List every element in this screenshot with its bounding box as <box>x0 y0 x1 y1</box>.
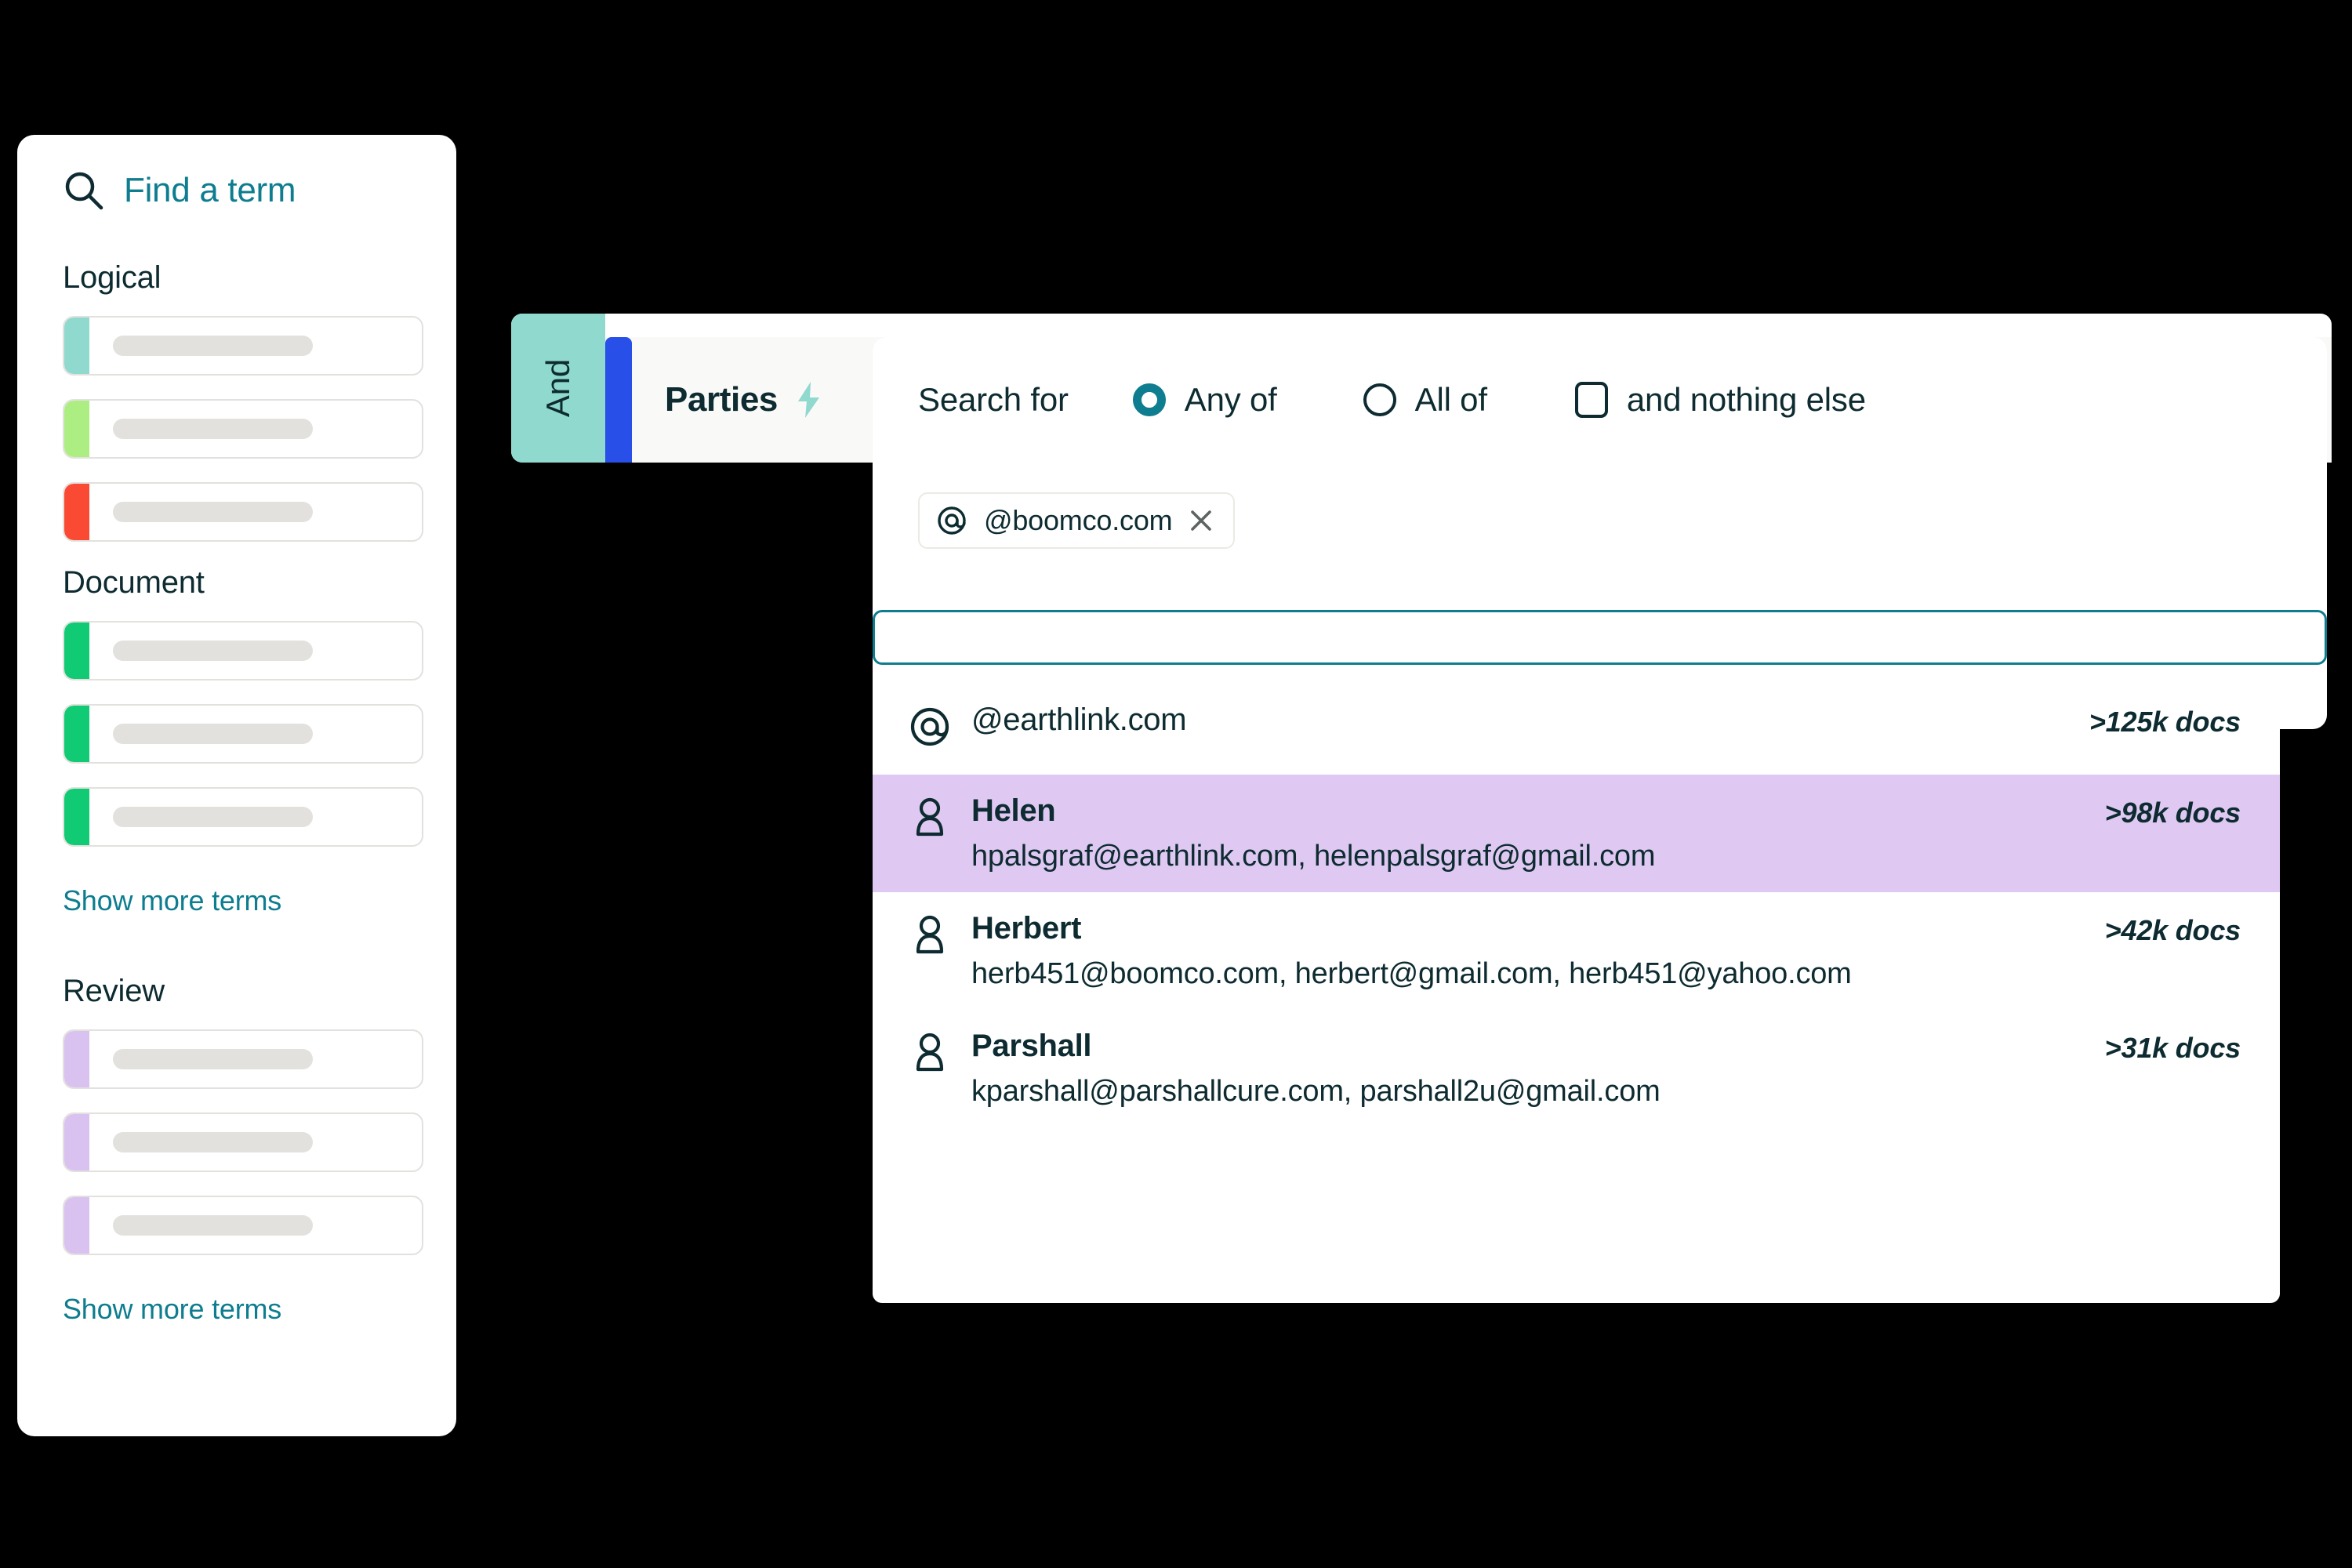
radio-any-of[interactable] <box>1132 383 1166 416</box>
term-item[interactable] <box>63 1196 423 1255</box>
suggestion-doc-count: >31k docs <box>2104 1032 2241 1064</box>
find-a-term-label: Find a term <box>124 171 296 209</box>
group-title: Document <box>63 565 205 600</box>
search-options-panel: Search for Any of All of and nothing els… <box>873 337 2327 729</box>
suggestion-title: Herbert <box>971 911 1082 946</box>
term-placeholder-bar <box>113 1049 313 1069</box>
term-placeholder-bar <box>113 807 313 827</box>
suggestion-emails: hpalsgraf@earthlink.com, helenpalsgraf@g… <box>971 840 1656 873</box>
person-icon <box>916 1033 944 1072</box>
option-label: Any of <box>1184 381 1277 418</box>
term-placeholder-bar <box>113 336 313 356</box>
search-for-row: Search for Any of All of and nothing els… <box>873 337 2327 463</box>
term-color-swatch <box>64 622 89 679</box>
at-icon <box>910 707 949 746</box>
term-placeholder-bar <box>113 641 313 661</box>
term-item[interactable] <box>63 704 423 764</box>
suggestion-title: @earthlink.com <box>971 702 1187 737</box>
suggestion-body: Herbert herb451@boomco.com, herbert@gmai… <box>971 911 2105 991</box>
person-icon <box>916 915 944 954</box>
term-group-document: Document Show more terms <box>63 565 423 967</box>
find-a-term-panel: Find a term Logical Document Show more t… <box>17 135 456 1436</box>
person-icon <box>916 797 944 837</box>
search-icon <box>65 172 103 210</box>
term-color-swatch <box>64 484 89 540</box>
suggestion-emails: herb451@boomco.com, herbert@gmail.com, h… <box>971 957 1852 990</box>
suggestion-row[interactable]: Helen hpalsgraf@earthlink.com, helenpals… <box>873 775 2280 892</box>
term-item[interactable] <box>63 1112 423 1172</box>
at-icon <box>938 506 966 535</box>
operator-label: And <box>539 358 576 418</box>
chip-label: @boomco.com <box>984 504 1173 536</box>
term-placeholder-bar <box>113 502 313 522</box>
screenshot-stage: Find a term Logical Document Show more t… <box>0 0 2352 1568</box>
term-color-swatch <box>64 1031 89 1087</box>
suggestion-title: Parshall <box>971 1029 1092 1063</box>
show-more-terms-review[interactable]: Show more terms <box>63 1293 281 1326</box>
option-all-of[interactable]: All of <box>1363 381 1487 419</box>
suggestion-doc-count: >125k docs <box>2089 706 2241 738</box>
term-placeholder-bar <box>113 1132 313 1152</box>
sidebar-content: Find a term Logical Document Show more t… <box>17 135 456 1326</box>
show-more-terms-document[interactable]: Show more terms <box>63 884 281 917</box>
lightning-bolt-icon <box>797 382 819 418</box>
option-label: All of <box>1414 381 1487 418</box>
suggestion-doc-count: >42k docs <box>2104 914 2241 946</box>
search-for-label: Search for <box>918 381 1069 418</box>
parties-field-label: Parties <box>665 380 778 419</box>
suggestion-row[interactable]: @earthlink.com >125k docs <box>873 676 2280 775</box>
term-group-logical: Logical <box>63 260 423 542</box>
term-item[interactable] <box>63 399 423 459</box>
term-color-swatch <box>64 1197 89 1254</box>
option-and-nothing-else[interactable]: and nothing else <box>1574 381 1866 419</box>
term-item[interactable] <box>63 316 423 376</box>
radio-all-of[interactable] <box>1363 383 1396 416</box>
term-color-swatch <box>64 318 89 374</box>
suggestion-body: Parshall kparshall@parshallcure.com, par… <box>971 1029 2105 1109</box>
suggestion-body: @earthlink.com <box>971 702 2089 738</box>
group-title: Review <box>63 974 165 1008</box>
find-a-term-header[interactable]: Find a term <box>63 169 411 212</box>
suggestion-emails: kparshall@parshallcure.com, parshall2u@g… <box>971 1075 1661 1108</box>
term-item[interactable] <box>63 482 423 542</box>
term-placeholder-bar <box>113 1215 313 1236</box>
term-color-swatch <box>64 789 89 845</box>
search-token-chip[interactable]: @boomco.com <box>918 492 1236 549</box>
checkbox-and-nothing-else[interactable] <box>1574 382 1608 418</box>
boolean-operator-tab[interactable]: And <box>511 314 605 463</box>
term-color-swatch <box>64 401 89 457</box>
suggestion-doc-count: >98k docs <box>2104 797 2241 829</box>
search-input[interactable] <box>873 610 2327 665</box>
term-item[interactable] <box>63 787 423 847</box>
term-color-swatch <box>64 1114 89 1171</box>
term-placeholder-bar <box>113 724 313 744</box>
term-group-review: Review Show more terms <box>63 974 423 1326</box>
option-label: and nothing else <box>1626 381 1866 418</box>
term-item[interactable] <box>63 621 423 681</box>
term-color-swatch <box>64 706 89 762</box>
group-title: Logical <box>63 260 162 295</box>
search-suggestions-dropdown[interactable]: @earthlink.com >125k docs Helen hpalsgra… <box>873 676 2280 1303</box>
term-placeholder-bar <box>113 419 313 439</box>
option-any-of[interactable]: Any of <box>1132 381 1277 419</box>
close-icon[interactable] <box>1189 509 1213 532</box>
suggestion-row[interactable]: Parshall kparshall@parshallcure.com, par… <box>873 1010 2280 1127</box>
suggestion-body: Helen hpalsgraf@earthlink.com, helenpals… <box>971 793 2105 873</box>
field-accent-bar <box>605 337 632 463</box>
suggestion-title: Helen <box>971 793 1056 828</box>
term-item[interactable] <box>63 1029 423 1089</box>
suggestion-row[interactable]: Herbert herb451@boomco.com, herbert@gmai… <box>873 892 2280 1010</box>
